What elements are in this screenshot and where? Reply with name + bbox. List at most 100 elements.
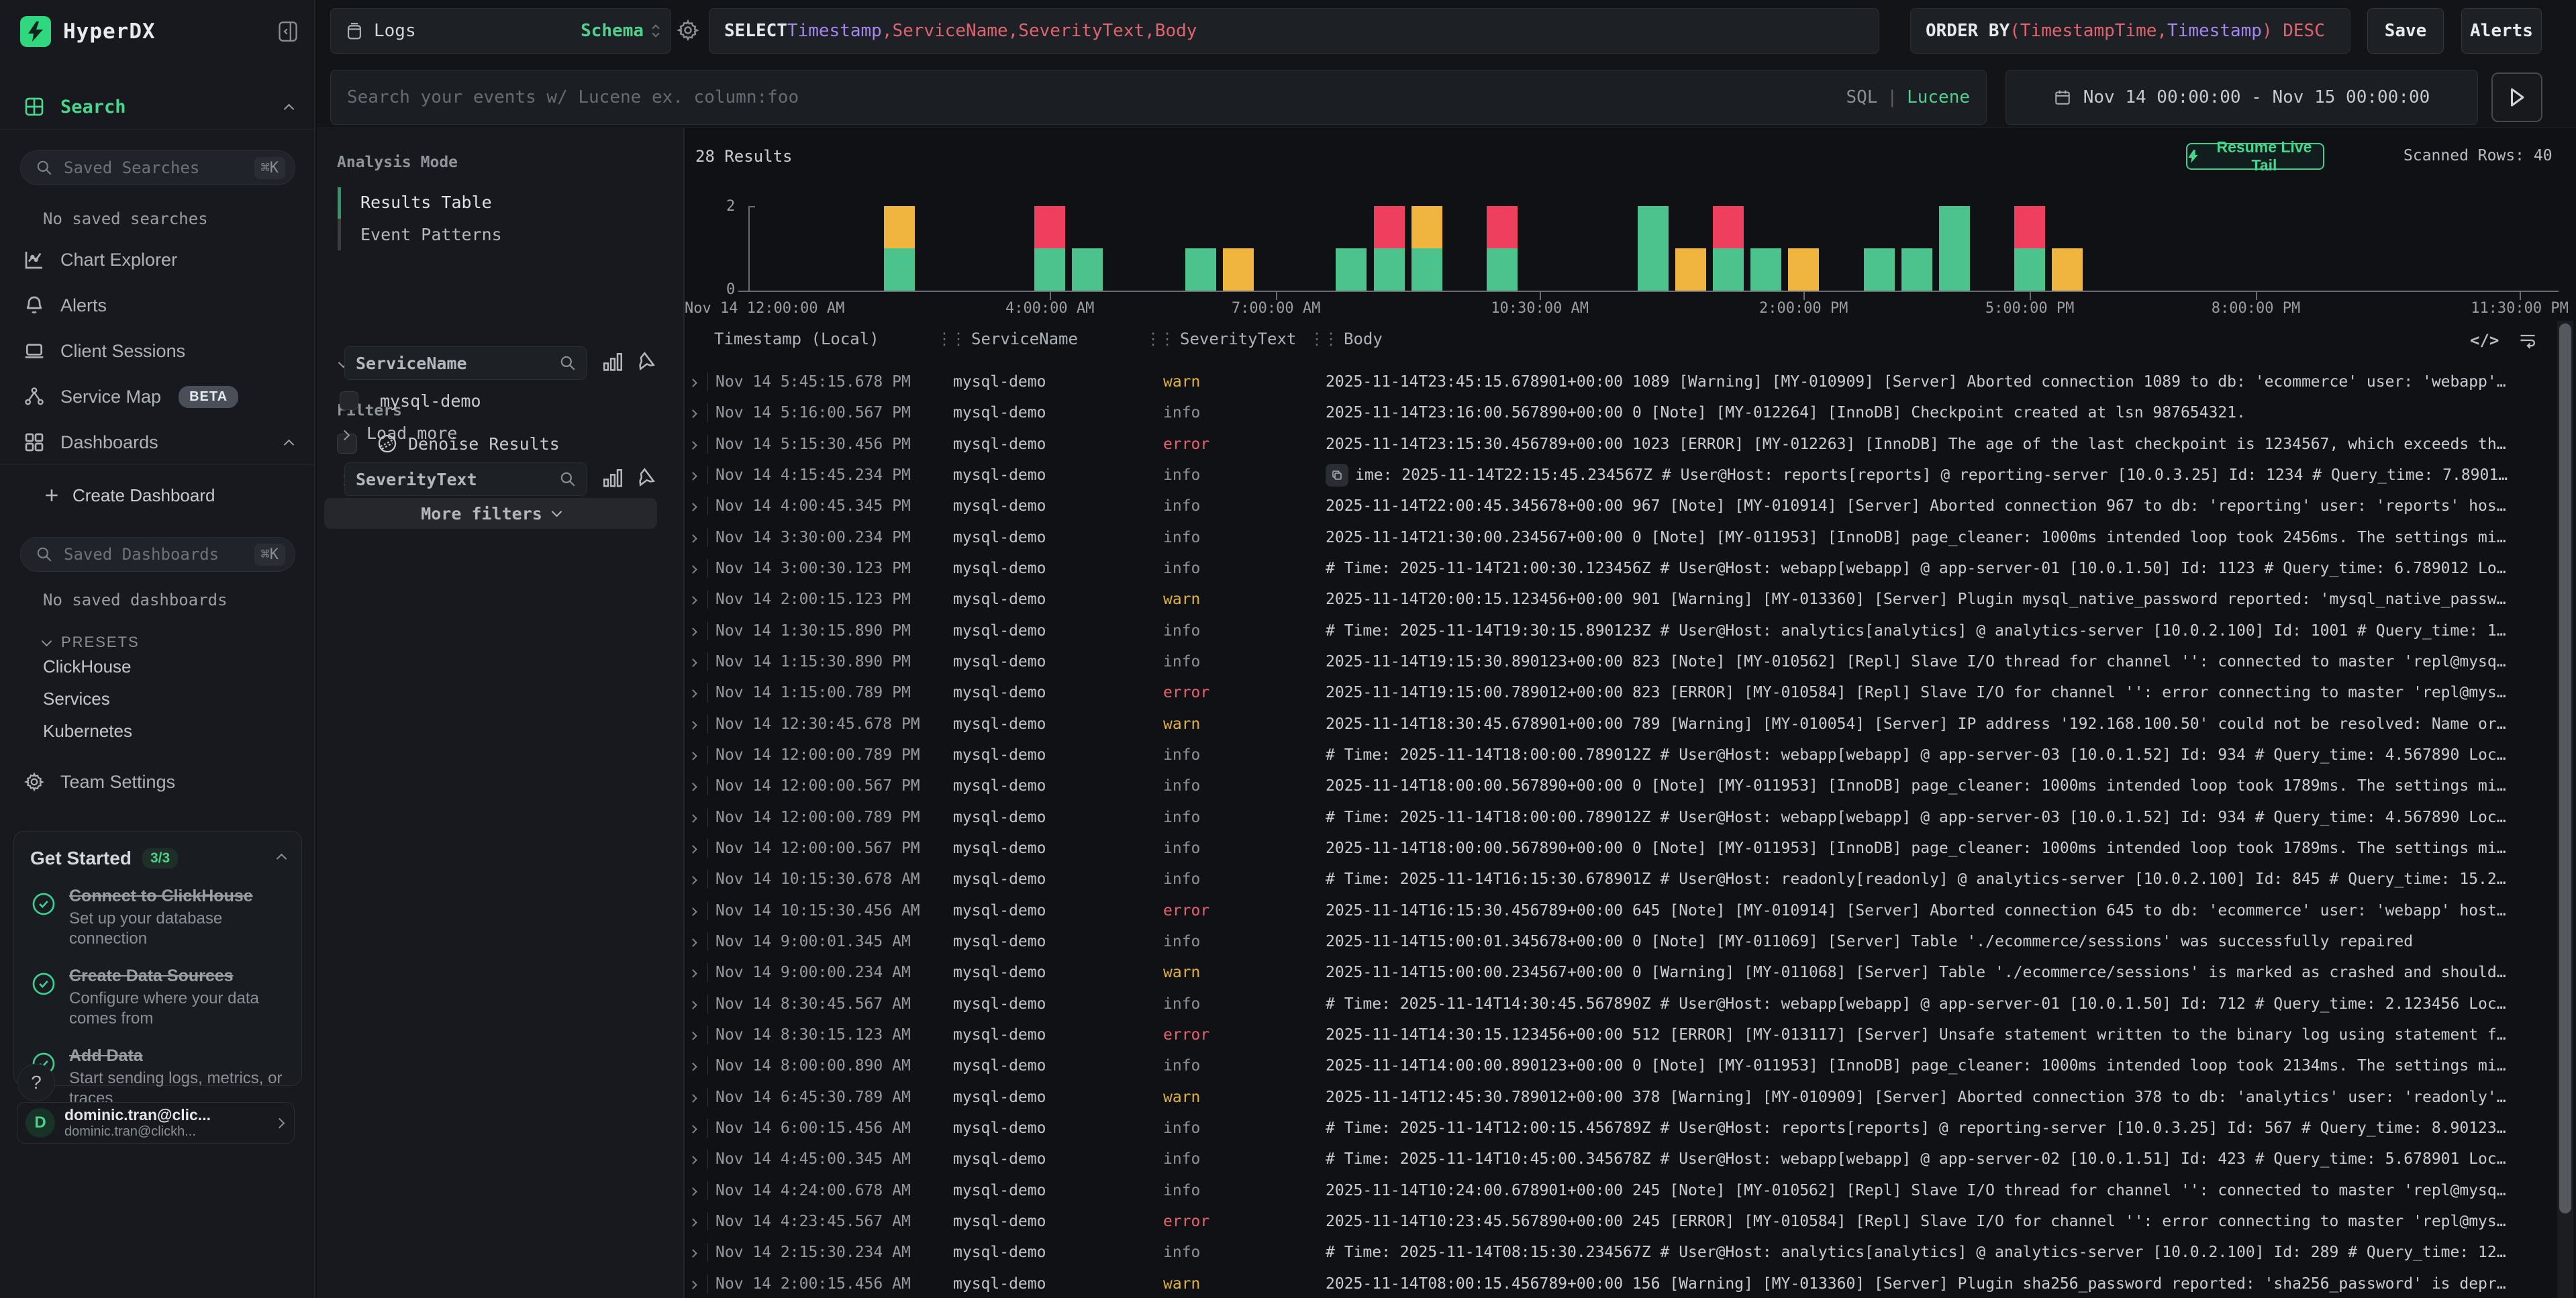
date-range-picker[interactable]: Nov 14 00:00:00 - Nov 15 00:00:00 <box>2005 70 2478 125</box>
table-row[interactable]: Nov 14 2:00:15.123 PMmysql-demowarn2025-… <box>685 584 2576 615</box>
expand-chevron-icon[interactable] <box>690 749 696 762</box>
expand-chevron-icon[interactable] <box>690 1278 696 1291</box>
table-row[interactable]: Nov 14 9:00:01.345 AMmysql-demoinfo2025-… <box>685 926 2576 957</box>
event-search-bar[interactable]: SQL | Lucene <box>330 70 1987 125</box>
expand-chevron-icon[interactable] <box>690 1029 696 1042</box>
bar-segment-yellow[interactable] <box>1411 206 1442 248</box>
event-search-input[interactable] <box>347 87 1846 107</box>
expand-chevron-icon[interactable] <box>690 998 696 1011</box>
col-severitytext[interactable]: ⋮⋮SeverityText <box>1145 330 1296 348</box>
bar-segment-green[interactable] <box>1901 248 1932 291</box>
sidebar-item-alerts[interactable]: Alerts <box>0 286 315 325</box>
sidebar-item-team-settings[interactable]: Team Settings <box>0 762 315 801</box>
table-row[interactable]: Nov 14 6:00:15.456 AMmysql-demoinfo# Tim… <box>685 1113 2576 1144</box>
pin-icon[interactable] <box>635 350 658 372</box>
sidebar-item-dashboards[interactable]: Dashboards <box>0 423 315 462</box>
expand-chevron-icon[interactable] <box>690 562 696 575</box>
load-more-button[interactable]: Load more <box>366 423 457 443</box>
source-settings-gear-icon[interactable] <box>677 19 699 42</box>
bar-segment-red[interactable] <box>1713 206 1744 248</box>
get-started-item[interactable]: Add DataStart sending logs, metrics, or … <box>30 1046 285 1109</box>
col-body[interactable]: ⋮⋮Body <box>1309 330 1383 348</box>
bar-segment-green[interactable] <box>1638 206 1669 291</box>
bar-segment-yellow[interactable] <box>1788 248 1819 291</box>
mysql-demo-checkbox[interactable] <box>340 391 358 410</box>
expand-chevron-icon[interactable] <box>690 811 696 824</box>
chart-toggle-icon[interactable] <box>601 351 624 374</box>
sidebar-item-chart-explorer[interactable]: Chart Explorer <box>0 240 315 279</box>
bar-segment-green[interactable] <box>884 248 915 291</box>
preset-kubernetes[interactable]: Kubernetes <box>43 721 132 742</box>
bar-segment-yellow[interactable] <box>1223 248 1254 291</box>
table-row[interactable]: Nov 14 10:15:30.456 AMmysql-demoerror202… <box>685 895 2576 926</box>
severitytext-field[interactable]: SeverityText <box>344 462 587 496</box>
events-histogram[interactable]: Nov 14 12:00:00 AM4:00:00 AM7:00:00 AM10… <box>685 128 2576 323</box>
select-query-input[interactable]: SELECT Timestamp,ServiceName,SeverityTex… <box>709 8 1879 54</box>
bar-segment-red[interactable] <box>1034 206 1065 248</box>
sidebar-collapse-icon[interactable] <box>278 20 298 43</box>
bar-segment-green[interactable] <box>1072 248 1103 291</box>
bar-segment-green[interactable] <box>1411 248 1442 291</box>
expand-chevron-icon[interactable] <box>690 376 696 389</box>
bar-segment-yellow[interactable] <box>1675 248 1706 291</box>
expand-chevron-icon[interactable] <box>690 593 696 606</box>
expand-chevron-icon[interactable] <box>690 718 696 731</box>
bar-segment-green[interactable] <box>1336 248 1367 291</box>
bar-segment-red[interactable] <box>2014 206 2045 248</box>
table-row[interactable]: Nov 14 2:00:15.456 AMmysql-demowarn2025-… <box>685 1268 2576 1298</box>
bar-segment-red[interactable] <box>1374 206 1405 248</box>
expand-chevron-icon[interactable] <box>690 625 696 638</box>
saved-dashboards-input[interactable]: Saved Dashboards ⌘K <box>20 537 295 572</box>
bar-segment-green[interactable] <box>1034 248 1065 291</box>
sidebar-item-service-map[interactable]: Service MapBETA <box>0 377 315 416</box>
expand-chevron-icon[interactable] <box>690 1185 696 1197</box>
lucene-toggle[interactable]: Lucene <box>1907 87 1970 107</box>
expand-chevron-icon[interactable] <box>690 780 696 793</box>
col-servicename[interactable]: ⋮⋮ServiceName <box>936 330 1078 348</box>
expand-chevron-icon[interactable] <box>690 1153 696 1166</box>
bar-segment-green[interactable] <box>1939 206 1970 291</box>
drag-handle-icon[interactable]: ⋮⋮ <box>936 330 964 348</box>
table-row[interactable]: Nov 14 4:45:00.345 AMmysql-demoinfo# Tim… <box>685 1144 2576 1175</box>
bar-segment-green[interactable] <box>2014 248 2045 291</box>
run-query-button[interactable] <box>2491 72 2542 122</box>
bar-segment-green[interactable] <box>1864 248 1895 291</box>
preset-clickhouse[interactable]: ClickHouse <box>43 656 132 677</box>
alerts-button[interactable]: Alerts <box>2461 8 2542 54</box>
table-row[interactable]: Nov 14 8:30:15.123 AMmysql-demoerror2025… <box>685 1019 2576 1050</box>
pin-icon[interactable] <box>635 466 658 489</box>
get-started-item[interactable]: Connect to ClickHouseSet up your databas… <box>30 887 285 949</box>
expand-chevron-icon[interactable] <box>690 469 696 482</box>
table-row[interactable]: Nov 14 10:15:30.678 AMmysql-demoinfo# Ti… <box>685 864 2576 895</box>
table-row[interactable]: Nov 14 4:24:00.678 AMmysql-demoinfo2025-… <box>685 1175 2576 1206</box>
bar-segment-green[interactable] <box>1750 248 1781 291</box>
expand-chevron-icon[interactable] <box>690 1091 696 1104</box>
table-row[interactable]: Nov 14 1:15:30.890 PMmysql-demoinfo2025-… <box>685 646 2576 677</box>
chevron-up-icon[interactable] <box>278 852 285 865</box>
table-row[interactable]: Nov 14 12:00:00.789 PMmysql-demoinfo# Ti… <box>685 802 2576 833</box>
expand-chevron-icon[interactable] <box>690 1060 696 1072</box>
table-row[interactable]: Nov 14 9:00:00.234 AMmysql-demowarn2025-… <box>685 957 2576 988</box>
mysql-demo-label[interactable]: mysql-demo <box>380 391 481 411</box>
copy-icon[interactable] <box>1326 464 1348 487</box>
expand-chevron-icon[interactable] <box>690 1215 696 1228</box>
create-dashboard-button[interactable]: Create Dashboard <box>0 478 315 513</box>
table-row[interactable]: Nov 14 12:00:00.567 PMmysql-demoinfo2025… <box>685 770 2576 801</box>
bar-segment-green[interactable] <box>1713 248 1744 291</box>
mode-results-table[interactable]: Results Table <box>360 193 492 212</box>
table-row[interactable]: Nov 14 12:00:00.789 PMmysql-demoinfo# Ti… <box>685 740 2576 770</box>
search-icon[interactable] <box>559 470 577 488</box>
drag-handle-icon[interactable]: ⋮⋮ <box>1145 330 1173 348</box>
code-view-icon[interactable]: </> <box>2470 331 2499 350</box>
expand-chevron-icon[interactable] <box>690 873 696 886</box>
preset-services[interactable]: Services <box>43 689 110 709</box>
expand-chevron-icon[interactable] <box>690 842 696 855</box>
saved-searches-input[interactable]: Saved Searches ⌘K <box>20 150 295 185</box>
table-row[interactable]: Nov 14 12:00:00.567 PMmysql-demoinfo2025… <box>685 833 2576 864</box>
sidebar-item-client-sessions[interactable]: Client Sessions <box>0 332 315 370</box>
more-filters-button[interactable]: More filters <box>324 498 657 529</box>
drag-handle-icon[interactable]: ⋮⋮ <box>1309 330 1337 348</box>
table-row[interactable]: Nov 14 4:23:45.567 AMmysql-demoerror2025… <box>685 1206 2576 1237</box>
bar-segment-yellow[interactable] <box>2052 248 2083 291</box>
expand-chevron-icon[interactable] <box>690 500 696 513</box>
